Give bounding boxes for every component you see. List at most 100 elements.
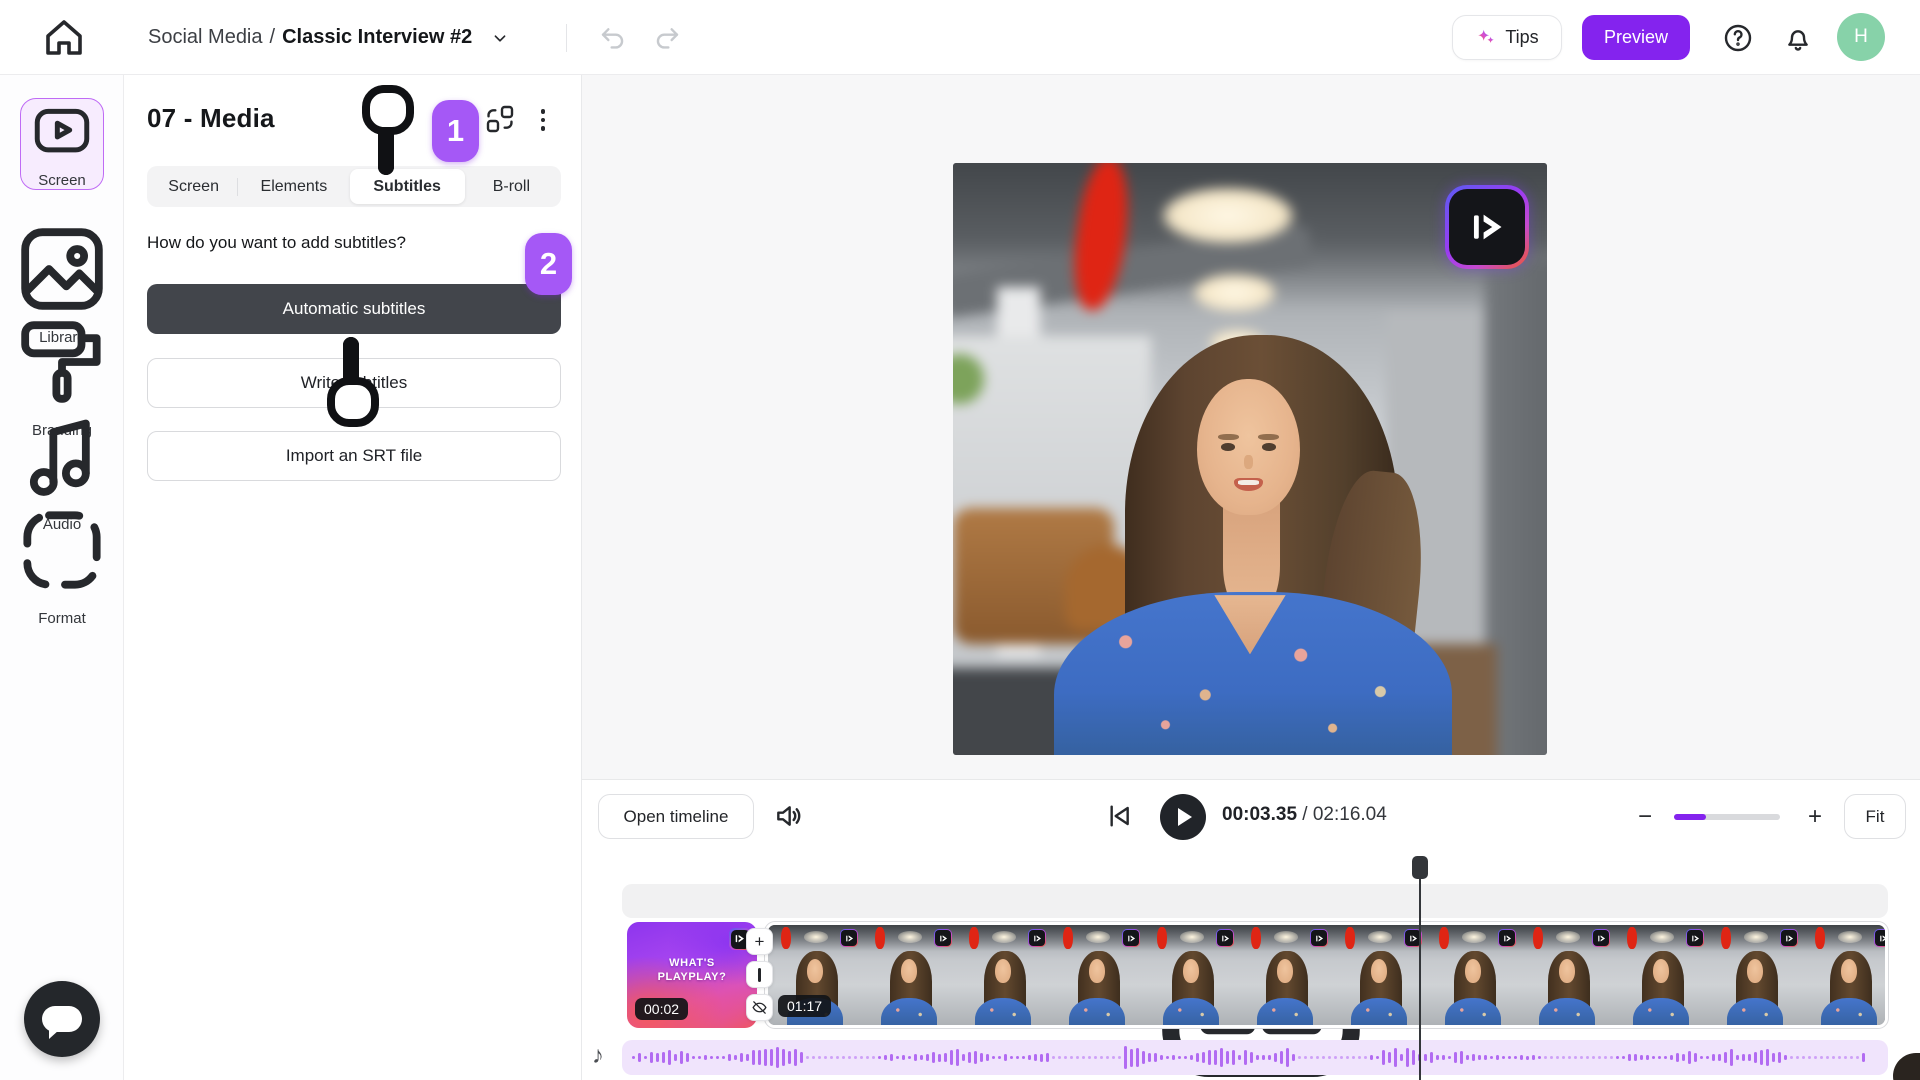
playplay-badge-icon [1310, 929, 1328, 947]
playplay-badge-icon [1592, 929, 1610, 947]
panel-menu-button[interactable] [530, 103, 556, 137]
zoom-slider-fill [1674, 814, 1706, 820]
audio-track-icon: ♪ [592, 1042, 604, 1069]
video-clip[interactable]: 01:17 [765, 922, 1888, 1028]
sidebar-item-label: Format [38, 610, 86, 627]
breadcrumb-folder: Social Media [148, 26, 263, 48]
media-panel: 07 - Media Screen Elements Subtitles B-r… [124, 75, 582, 1080]
volume-button[interactable] [772, 800, 806, 832]
music-note-icon [29, 419, 90, 496]
redo-button[interactable] [650, 22, 684, 54]
audio-track[interactable] [622, 1040, 1888, 1075]
tab-subtitles[interactable]: Subtitles [349, 169, 465, 204]
notifications-button[interactable] [1782, 22, 1814, 54]
video-thumbnail [1802, 925, 1885, 1025]
import-srt-button[interactable]: Import an SRT file [147, 431, 561, 481]
tutorial-step-badge-1: 1 [432, 100, 479, 162]
tutorial-hand-cursor-2 [327, 337, 379, 427]
playplay-badge-icon [1780, 929, 1798, 947]
zoom-out-button[interactable]: − [1630, 802, 1660, 832]
avatar[interactable]: H [1837, 13, 1885, 61]
playplay-editor: Social Media / Classic Interview #2 Tips… [0, 0, 1920, 1080]
paint-roller-icon [21, 321, 101, 403]
preview-button[interactable]: Preview [1582, 15, 1690, 60]
home-button[interactable] [40, 14, 88, 62]
video-thumbnail [1708, 925, 1802, 1025]
undo-button[interactable] [596, 22, 630, 54]
project-title: Classic Interview #2 [282, 26, 473, 48]
toolbar-divider [566, 24, 567, 52]
breadcrumb[interactable]: Social Media / Classic Interview #2 [148, 0, 511, 75]
fit-button[interactable]: Fit [1844, 794, 1906, 839]
intro-clip[interactable]: WHAT'S PLAYPLAY? 00:02 [627, 922, 757, 1028]
playhead-handle[interactable] [1412, 856, 1428, 879]
help-button[interactable] [1722, 22, 1754, 54]
sidebar-item-label: Screen [38, 172, 86, 189]
playplay-badge-icon [1874, 929, 1885, 947]
video-thumbnail [1426, 925, 1520, 1025]
zoom-in-button[interactable]: + [1800, 802, 1830, 832]
sidebar-item-screen[interactable]: Screen [20, 98, 104, 190]
sidebar-item-format[interactable]: Format [10, 498, 114, 627]
chevron-down-icon[interactable] [489, 27, 511, 49]
automatic-subtitles-button[interactable]: Automatic subtitles [147, 284, 561, 334]
chat-support-button[interactable] [24, 981, 100, 1057]
panel-tabs: Screen Elements Subtitles B-roll [147, 166, 561, 207]
format-crop-icon [23, 511, 101, 589]
skip-to-start-button[interactable] [1102, 800, 1136, 832]
play-icon [1178, 808, 1192, 826]
kebab-icon [540, 109, 546, 114]
timeline-zoom-slider[interactable] [1674, 814, 1780, 820]
video-thumbnail [1332, 925, 1426, 1025]
playplay-badge-icon [1028, 929, 1046, 947]
video-thumbnail [1238, 925, 1332, 1025]
add-clip-button[interactable]: + [746, 928, 773, 955]
top-bar: Social Media / Classic Interview #2 Tips… [0, 0, 1920, 75]
panel-title: 07 - Media [147, 103, 275, 133]
subtitles-track[interactable] [622, 884, 1888, 918]
tips-button[interactable]: Tips [1452, 15, 1562, 60]
split-icon [758, 967, 761, 982]
left-rail: Screen Library Branding Audio Format [0, 75, 124, 1080]
tab-elements[interactable]: Elements [238, 169, 349, 204]
skip-start-icon [1110, 805, 1129, 827]
speaker-icon [777, 806, 801, 826]
tutorial-step-badge-2: 2 [525, 233, 572, 295]
playplay-logo-icon [1473, 214, 1502, 240]
undo-icon [601, 28, 624, 49]
video-clip-thumbnails [768, 925, 1885, 1025]
playplay-logo-watermark [1445, 185, 1529, 269]
chat-bubble-icon [42, 1006, 82, 1039]
playplay-badge-icon [1216, 929, 1234, 947]
open-timeline-button[interactable]: Open timeline [598, 794, 754, 839]
total-duration: 02:16.04 [1312, 804, 1387, 825]
sparkles-icon [1478, 29, 1495, 43]
video-thumbnail [1614, 925, 1708, 1025]
video-thumbnail [1050, 925, 1144, 1025]
hide-clip-button[interactable] [746, 994, 773, 1021]
subtitles-question: How do you want to add subtitles? [147, 233, 406, 252]
video-thumbnail [1520, 925, 1614, 1025]
video-preview[interactable] [953, 163, 1547, 755]
bell-icon [1788, 30, 1808, 51]
playplay-badge-icon [934, 929, 952, 947]
playplay-badge-icon [1122, 929, 1140, 947]
video-thumbnail [862, 925, 956, 1025]
play-button[interactable] [1160, 794, 1206, 840]
video-thumbnail [956, 925, 1050, 1025]
clip-insert-tools: + [746, 928, 774, 1021]
tab-screen[interactable]: Screen [150, 169, 237, 204]
intro-clip-duration: 00:02 [635, 998, 689, 1020]
playplay-badge-icon [1498, 929, 1516, 947]
audio-waveform [632, 1040, 1878, 1075]
tab-broll[interactable]: B-roll [465, 169, 558, 204]
help-icon [1724, 24, 1752, 52]
breadcrumb-separator: / [269, 26, 276, 48]
intro-clip-title: WHAT'S PLAYPLAY? [657, 957, 727, 983]
playhead[interactable] [1412, 856, 1428, 1080]
split-clip-button[interactable] [746, 961, 773, 988]
transport-controls: Open timeline 00:03.35 / 02:16.04 − + Fi… [582, 780, 1920, 852]
eye-off-icon [752, 1001, 767, 1014]
timeline: WHAT'S PLAYPLAY? 00:02 + 01:17 ♪ [582, 852, 1920, 1080]
replace-media-button[interactable] [484, 103, 516, 135]
